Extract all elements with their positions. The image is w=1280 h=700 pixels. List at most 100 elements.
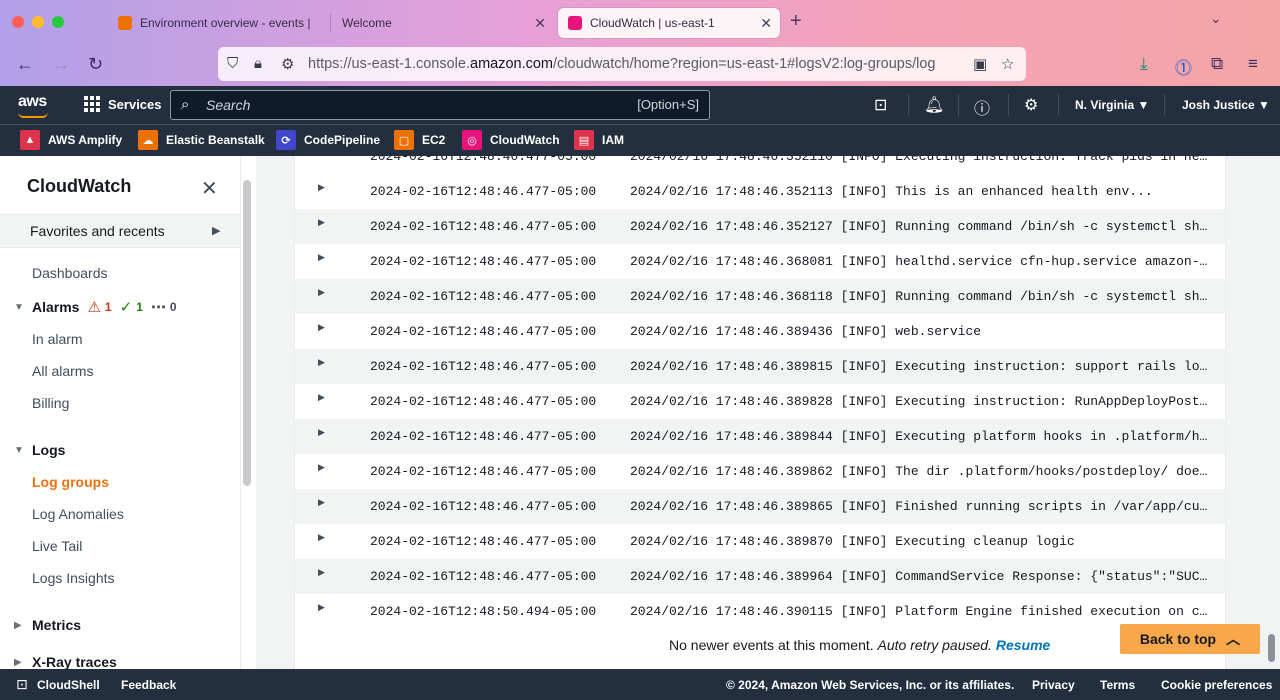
expand-row-icon[interactable]: ▶ [318, 498, 325, 508]
expand-row-icon[interactable]: ▶ [318, 568, 325, 578]
table-row[interactable]: ▶ 2024-02-16T12:48:46.477-05:00 2024/02/16… [295, 244, 1225, 279]
terms-link[interactable]: Terms [1100, 678, 1135, 692]
expand-row-icon[interactable]: ▶ [318, 323, 325, 333]
feedback-link[interactable]: Feedback [121, 678, 176, 692]
table-row[interactable]: ▶ 2024-02-16T12:48:46.477-05:00 2024/02/16… [295, 349, 1225, 384]
table-row[interactable]: ▶ 2024-02-16T12:48:46.477-05:00 2024/02/16… [295, 314, 1225, 349]
browser-tab-cloudwatch[interactable]: CloudWatch | us-east-1 ✕ [558, 8, 780, 38]
forward-arrow-icon[interactable]: → [52, 54, 70, 75]
sidebar-item-log-anomalies[interactable]: Log Anomalies [32, 506, 124, 522]
sidebar-item-log-groups[interactable]: Log groups [32, 474, 109, 490]
search-input[interactable]: ⌕ Search [Option+S] [170, 90, 710, 120]
sidebar-section-xray[interactable]: ▶ X-Ray traces [14, 654, 117, 669]
browser-tab-welcome[interactable]: Welcome ✕ [332, 8, 554, 38]
favorite-codepipeline[interactable]: ⟳ CodePipeline [276, 130, 380, 150]
cloudshell-link[interactable]: CloudShell [37, 678, 100, 692]
expand-row-icon[interactable]: ▶ [318, 603, 325, 613]
new-tab-button[interactable]: + [790, 10, 802, 33]
expand-row-icon[interactable]: ▶ [318, 358, 325, 368]
expand-row-icon[interactable]: ▶ [318, 253, 325, 263]
expand-row-icon[interactable]: ▶ [318, 533, 325, 543]
sidebar-item-billing[interactable]: Billing [32, 395, 69, 411]
close-tab-icon[interactable]: ✕ [760, 15, 772, 32]
sidebar-scrollbar[interactable] [243, 180, 251, 486]
sidebar-item-logs-insights[interactable]: Logs Insights [32, 570, 115, 586]
table-row[interactable]: ▶ 2024-02-16T12:48:46.477-05:00 2024/02/16… [295, 559, 1225, 594]
sidebar-section-metrics[interactable]: ▶ Metrics [14, 617, 81, 633]
url-text[interactable]: https://us-east-1.console.amazon.com/clo… [308, 56, 963, 72]
table-row[interactable]: ▶ 2024-02-16T12:48:46.477-05:00 2024/02/16… [295, 279, 1225, 314]
table-row[interactable]: 2024-02-16T12:48:46.477-05:00 2024/02/16… [295, 156, 1225, 174]
services-menu-button[interactable]: Services [84, 96, 162, 112]
back-to-top-button[interactable]: Back to top ︿ [1120, 624, 1260, 654]
tab-list-chevron-icon[interactable]: ⌄ [1210, 10, 1222, 27]
close-window-button[interactable] [12, 16, 24, 28]
notifications-bell-icon[interactable]: 🔔︎ [924, 95, 944, 115]
resume-link[interactable]: Resume [996, 637, 1050, 653]
minimize-window-button[interactable] [32, 16, 44, 28]
table-row[interactable]: ▶ 2024-02-16T12:48:46.477-05:00 2024/02/16… [295, 209, 1225, 244]
event-message: 2024/02/16 17:48:46.390115 [INFO] Platfo… [630, 604, 1212, 619]
lock-icon[interactable]: 🔒︎ [254, 55, 262, 72]
cookie-preferences-link[interactable]: Cookie preferences [1161, 678, 1272, 692]
favorite-aws-amplify[interactable]: ▲ AWS Amplify [20, 130, 122, 150]
region-selector[interactable]: N. Virginia ▼ [1075, 98, 1149, 112]
back-arrow-icon[interactable]: ← [16, 54, 34, 75]
favorites-and-recents[interactable]: Favorites and recents ▶ [0, 214, 240, 248]
favorite-elastic-beanstalk[interactable]: ☁ Elastic Beanstalk [138, 130, 265, 150]
sidebar-section-alarms[interactable]: ▼ Alarms ⚠ 1 ✓ 1 ⋯ 0 [14, 298, 177, 316]
help-icon[interactable]: ⓘ [974, 95, 990, 119]
account-menu[interactable]: Josh Justice ▼ [1182, 98, 1270, 112]
bookmark-star-icon[interactable]: ☆ [1001, 55, 1014, 73]
privacy-link[interactable]: Privacy [1032, 678, 1075, 692]
sidebar-item-in-alarm[interactable]: In alarm [32, 331, 83, 347]
tab-title: Welcome [342, 16, 392, 30]
menu-icon[interactable]: ≡ [1248, 54, 1258, 74]
download-icon[interactable]: ⤓ [1140, 54, 1148, 74]
sidebar-item-live-tail[interactable]: Live Tail [32, 538, 82, 554]
table-row[interactable]: ▶ 2024-02-16T12:48:46.477-05:00 2024/02/16… [295, 419, 1225, 454]
reload-icon[interactable]: ↻ [88, 54, 103, 75]
address-bar[interactable]: ⛉ 🔒︎ ⚙ https://us-east-1.console.amazon.… [218, 47, 1026, 81]
sidebar-item-dashboards[interactable]: Dashboards [32, 265, 108, 281]
cloudwatch-tab-icon [568, 16, 582, 30]
table-row[interactable]: ▶ 2024-02-16T12:48:46.477-05:00 2024/02/16… [295, 384, 1225, 419]
expand-row-icon[interactable]: ▶ [318, 183, 325, 193]
expand-row-icon[interactable]: ▶ [318, 218, 325, 228]
password-manager-icon[interactable]: ⓵ [1175, 54, 1192, 79]
browser-tab-environment[interactable]: Environment overview - events | [108, 8, 328, 38]
table-row[interactable]: ▶ 2024-02-16T12:48:46.477-05:00 2024/02/16… [295, 524, 1225, 559]
sidebar-section-logs[interactable]: ▼ Logs [14, 442, 65, 458]
settings-gear-icon[interactable]: ⚙ [1024, 95, 1038, 115]
reader-mode-icon[interactable]: ▣ [973, 55, 987, 73]
close-tab-icon[interactable]: ✕ [534, 15, 546, 32]
favorite-cloudwatch[interactable]: ◎ CloudWatch [462, 130, 560, 150]
ok-badge[interactable]: ✓ 1 [120, 298, 143, 316]
favorite-iam[interactable]: ▤ IAM [574, 130, 624, 150]
main-scrollbar[interactable] [1268, 634, 1275, 662]
expand-row-icon[interactable]: ▶ [318, 463, 325, 473]
permissions-icon[interactable]: ⚙ [281, 55, 294, 73]
table-row[interactable]: ▶ 2024-02-16T12:48:46.477-05:00 2024/02/16… [295, 454, 1225, 489]
beanstalk-tab-icon [118, 16, 132, 30]
shield-icon[interactable]: ⛉ [227, 55, 238, 72]
event-message: 2024/02/16 17:48:46.389815 [INFO] Execut… [630, 359, 1212, 374]
close-icon[interactable]: ✕ [201, 176, 218, 201]
table-row[interactable]: ▶ 2024-02-16T12:48:46.477-05:00 2024/02/16… [295, 489, 1225, 524]
terminal-icon[interactable]: ⊡ [16, 676, 28, 693]
extensions-icon[interactable]: ⧉ [1211, 54, 1223, 74]
table-row[interactable]: ▶ 2024-02-16T12:48:46.477-05:00 2024/02/16… [295, 174, 1225, 209]
sidebar-item-all-alarms[interactable]: All alarms [32, 363, 93, 379]
caret-down-icon: ▼ [14, 444, 24, 456]
insufficient-data-badge[interactable]: ⋯ 0 [151, 298, 177, 316]
cloudshell-icon[interactable]: ⊡ [874, 95, 887, 115]
tab-divider [330, 14, 331, 32]
zoom-window-button[interactable] [52, 16, 64, 28]
expand-row-icon[interactable]: ▶ [318, 428, 325, 438]
favorite-ec2[interactable]: ▢ EC2 [394, 130, 445, 150]
aws-logo[interactable]: aws [18, 93, 47, 111]
expand-row-icon[interactable]: ▶ [318, 393, 325, 403]
in-alarm-badge[interactable]: ⚠ 1 [87, 298, 111, 316]
table-row[interactable]: ▶ 2024-02-16T12:48:50.494-05:00 2024/02/16… [295, 594, 1225, 629]
expand-row-icon[interactable]: ▶ [318, 288, 325, 298]
